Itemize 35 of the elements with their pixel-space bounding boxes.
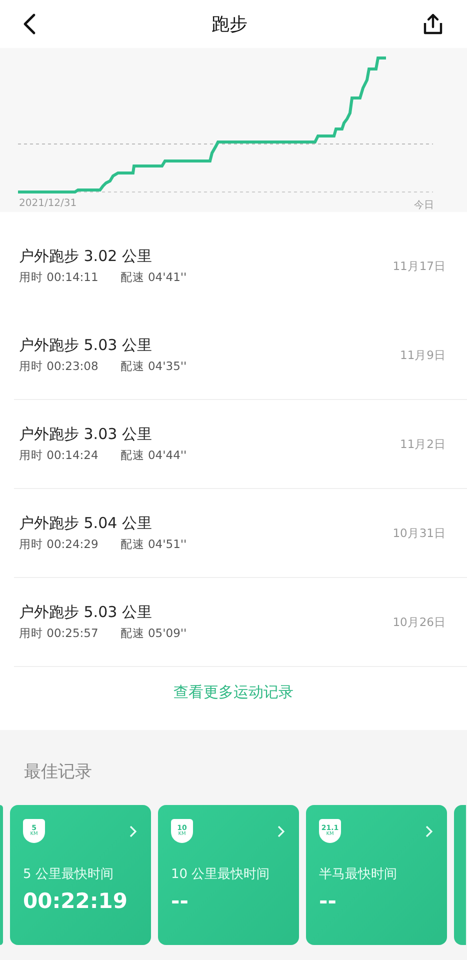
record-title[interactable]: 户外跑步 5.03 公里	[19, 336, 187, 355]
record-duration: 用时 00:23:08	[19, 359, 98, 374]
record-pace: 配速 05'09''	[120, 626, 187, 641]
back-icon[interactable]	[22, 13, 36, 35]
record-date: 10月26日	[392, 614, 446, 630]
record-date: 11月9日	[400, 348, 446, 362]
record-date: 11月17日	[392, 258, 446, 274]
card-value: --	[171, 889, 190, 913]
card-label: 5 公里最快时间	[23, 866, 114, 883]
record-duration: 用时 00:24:29	[19, 537, 98, 552]
chevron-icon	[129, 824, 137, 838]
card-value: --	[319, 889, 338, 913]
record-duration: 用时 00:14:24	[19, 448, 98, 463]
card-label: 10 公里最快时间	[171, 866, 271, 883]
share-icon[interactable]	[423, 13, 443, 35]
card-value: 00:22:19	[23, 889, 128, 913]
record-pace: 配速 04'41''	[120, 270, 187, 285]
record-title[interactable]: 户外跑步 5.04 公里	[19, 514, 187, 533]
chevron-icon	[425, 824, 433, 838]
page-title: 跑步	[212, 13, 248, 36]
record-title[interactable]: 户外跑步 3.03 公里	[19, 425, 187, 444]
section-heading: 最佳记录	[23, 761, 93, 783]
record-pace: 配速 04'35''	[120, 359, 187, 374]
record-date: 11月2日	[400, 436, 446, 452]
record-date: 10月31日	[392, 526, 446, 540]
record-duration: 用时 00:25:57	[19, 626, 98, 641]
record-pace: 配速 04'44''	[120, 448, 187, 463]
chevron-icon	[277, 824, 285, 838]
record-title[interactable]: 户外跑步 3.02 公里	[19, 247, 187, 266]
card-label: 半马最快时间	[319, 866, 398, 883]
record-pace: 配速 04'51''	[120, 537, 187, 552]
axis-label: 2021/12/31	[19, 198, 77, 211]
record-duration: 用时 00:14:11	[19, 270, 98, 285]
record-title[interactable]: 户外跑步 5.03 公里	[19, 603, 187, 622]
axis-label: 今日	[414, 199, 434, 212]
